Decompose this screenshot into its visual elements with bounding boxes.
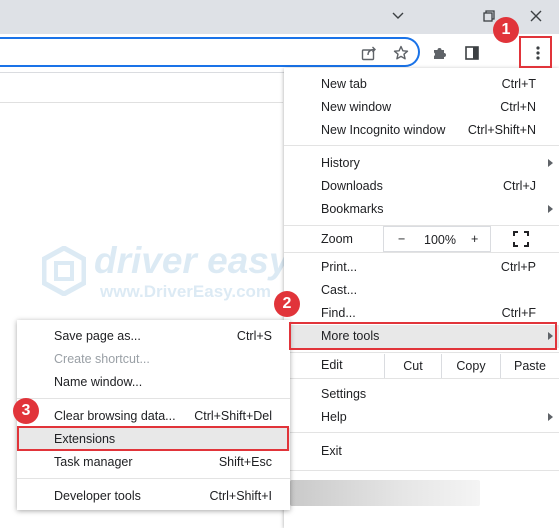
menu-separator: [284, 378, 559, 379]
submenu-item-name-window[interactable]: Name window...: [17, 371, 290, 394]
menu-item-history[interactable]: History: [284, 152, 559, 175]
menu-item-label: Cast...: [321, 283, 358, 297]
chevron-down-icon: [392, 12, 404, 19]
submenu-item-label: Clear browsing data...: [54, 409, 176, 423]
submenu-item-save-page[interactable]: Save page as... Ctrl+S: [17, 325, 290, 348]
submenu-item-developer-tools[interactable]: Developer tools Ctrl+Shift+I: [17, 485, 290, 508]
minimize-button[interactable]: [385, 4, 411, 28]
menu-item-new-window[interactable]: New window Ctrl+N: [284, 96, 559, 119]
menu-item-label: Zoom: [321, 232, 353, 246]
watermark-name: driver easy: [94, 240, 290, 281]
menu-item-edit: Edit Cut Copy Paste: [284, 354, 559, 378]
submenu-item-shortcut: Ctrl+Shift+I: [209, 489, 272, 503]
zoom-value: 100%: [424, 233, 456, 247]
submenu-item-label: Task manager: [54, 455, 133, 469]
extensions-button[interactable]: [428, 41, 452, 65]
menu-item-label: Exit: [321, 444, 342, 458]
menu-item-shortcut: Ctrl+J: [503, 179, 536, 193]
copy-button[interactable]: Copy: [441, 354, 500, 378]
submenu-separator: [17, 478, 290, 479]
watermark: driver easy www.DriverEasy.com: [42, 240, 289, 310]
menu-separator: [284, 470, 559, 471]
submenu-item-task-manager[interactable]: Task manager Shift+Esc: [17, 451, 290, 474]
restore-icon: [483, 10, 495, 22]
menu-separator: [284, 432, 559, 433]
star-icon: [393, 45, 409, 60]
menu-item-new-tab[interactable]: New tab Ctrl+T: [284, 73, 559, 96]
zoom-out-button[interactable]: −: [398, 232, 405, 246]
zoom-controls: − 100% +: [383, 226, 491, 252]
submenu-item-create-shortcut: Create shortcut...: [17, 348, 290, 371]
watermark-url: www.DriverEasy.com: [100, 282, 272, 301]
menu-item-shortcut: Ctrl+F: [501, 306, 536, 320]
menu-separator: [284, 352, 559, 353]
submenu-item-label: Create shortcut...: [54, 352, 150, 366]
submenu-separator: [17, 398, 290, 399]
step-badge-3: 3: [13, 398, 39, 424]
step-badge-1: 1: [493, 17, 519, 43]
menu-item-cast[interactable]: Cast...: [284, 279, 559, 302]
menu-item-label: Settings: [321, 387, 367, 401]
menu-item-label: Print...: [321, 260, 358, 274]
highlight-box-menu-button: [519, 36, 552, 68]
close-icon: [530, 10, 542, 22]
cut-button[interactable]: Cut: [384, 354, 441, 378]
menu-item-settings[interactable]: Settings: [284, 383, 559, 406]
submenu-item-shortcut: Ctrl+Shift+Del: [194, 409, 272, 423]
menu-item-shortcut: Ctrl+N: [500, 100, 536, 114]
menu-separator: [284, 252, 559, 253]
bookmark-button[interactable]: [389, 41, 413, 65]
menu-item-label: Edit: [321, 358, 343, 372]
page-divider: [0, 102, 283, 103]
side-panel-icon: [465, 46, 479, 60]
zoom-in-button[interactable]: +: [471, 232, 478, 246]
title-bar: [0, 0, 559, 34]
submenu-item-label: Name window...: [54, 375, 143, 389]
menu-item-label: Bookmarks: [321, 202, 384, 216]
menu-separator: [284, 145, 559, 146]
submenu-item-clear-browsing-data[interactable]: Clear browsing data... Ctrl+Shift+Del: [17, 405, 290, 428]
close-window-button[interactable]: [523, 4, 549, 28]
menu-item-label: New tab: [321, 77, 367, 91]
menu-item-shortcut: Ctrl+T: [501, 77, 536, 91]
menu-item-shortcut: Ctrl+P: [500, 260, 536, 274]
menu-item-label: New window: [321, 100, 392, 114]
menu-item-shortcut: Ctrl+Shift+N: [467, 123, 536, 137]
share-button[interactable]: [357, 41, 381, 65]
fullscreen-button[interactable]: [513, 231, 529, 247]
side-panel-button[interactable]: [460, 41, 484, 65]
fullscreen-icon: [513, 231, 529, 247]
paste-button[interactable]: Paste: [500, 354, 559, 378]
driver-easy-logo-icon: [42, 246, 86, 296]
menu-item-label: New Incognito window: [321, 123, 446, 137]
menu-item-help[interactable]: Help: [284, 406, 559, 429]
submenu-arrow-icon: [548, 159, 553, 167]
submenu-arrow-icon: [548, 205, 553, 213]
submenu-item-shortcut: Shift+Esc: [218, 455, 272, 469]
menu-item-label: Downloads: [321, 179, 383, 193]
submenu-item-label: Developer tools: [54, 489, 141, 503]
chrome-menu: New tab Ctrl+T New window Ctrl+N New Inc…: [284, 68, 559, 528]
menu-item-exit[interactable]: Exit: [284, 440, 559, 463]
submenu-item-shortcut: Ctrl+S: [236, 329, 272, 343]
menu-item-new-incognito[interactable]: New Incognito window Ctrl+Shift+N: [284, 119, 559, 142]
submenu-arrow-icon: [548, 413, 553, 421]
menu-item-label: History: [321, 156, 360, 170]
share-icon: [361, 46, 376, 61]
profile-area[interactable]: [290, 480, 480, 506]
menu-item-label: Find...: [321, 306, 356, 320]
puzzle-icon: [434, 48, 446, 59]
submenu-item-label: Save page as...: [54, 329, 141, 343]
step-badge-2: 2: [274, 291, 300, 317]
menu-item-zoom: Zoom − 100% +: [284, 226, 559, 252]
highlight-box-extensions: [17, 426, 289, 451]
menu-item-downloads[interactable]: Downloads Ctrl+J: [284, 175, 559, 198]
menu-item-print[interactable]: Print... Ctrl+P: [284, 256, 559, 279]
menu-item-label: Help: [321, 410, 347, 424]
more-tools-submenu: Save page as... Ctrl+S Create shortcut..…: [17, 320, 290, 510]
menu-item-bookmarks[interactable]: Bookmarks: [284, 198, 559, 221]
highlight-box-more-tools: [289, 322, 557, 350]
